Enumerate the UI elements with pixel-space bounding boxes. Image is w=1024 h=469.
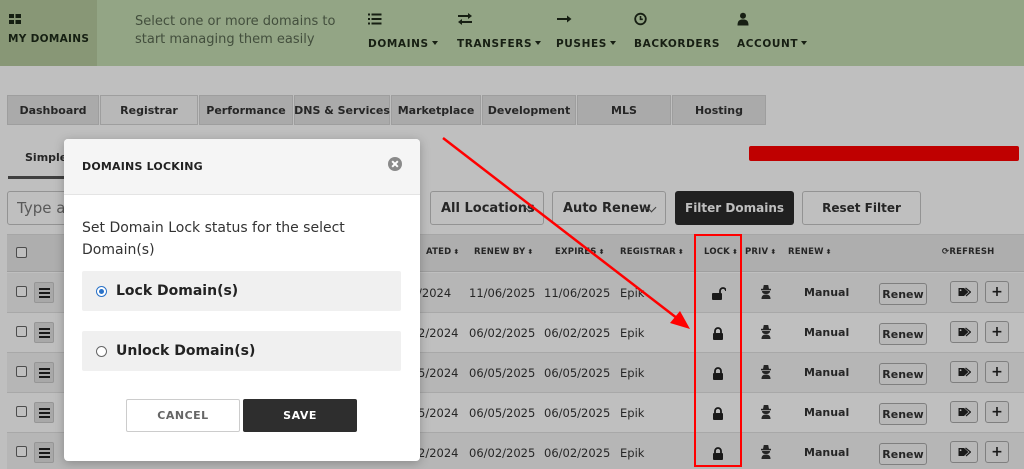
lock-domains-label: Lock Domain(s)	[116, 283, 239, 299]
lock-domains-radio[interactable]	[96, 285, 107, 297]
unlock-domains-option[interactable]: Unlock Domain(s)	[82, 331, 401, 371]
save-button[interactable]: SAVE	[243, 399, 357, 432]
unlock-domains-radio[interactable]	[96, 345, 107, 357]
close-icon[interactable]	[388, 157, 402, 171]
modal-title: DOMAINS LOCKING	[82, 160, 203, 173]
modal-description: Set Domain Lock status for the select Do…	[82, 220, 345, 258]
modal-header: DOMAINS LOCKING	[64, 139, 420, 195]
unlock-domains-label: Unlock Domain(s)	[116, 343, 256, 359]
cancel-button[interactable]: CANCEL	[126, 399, 240, 432]
lock-domains-option[interactable]: Lock Domain(s)	[82, 271, 401, 311]
domains-locking-modal: DOMAINS LOCKING Set Domain Lock status f…	[64, 139, 420, 461]
